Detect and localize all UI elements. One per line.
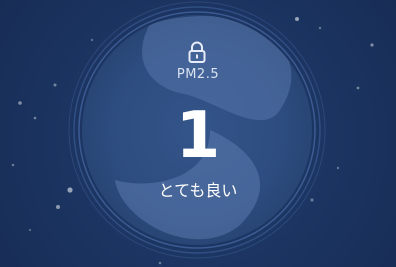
lock-icon[interactable] (186, 40, 208, 64)
air-quality-level: とても良い (158, 181, 238, 200)
metric-label: PM2.5 (176, 67, 220, 82)
aqi-value: 1 (175, 99, 221, 173)
air-quality-screen: PM2.5 1 とても良い (0, 0, 396, 267)
